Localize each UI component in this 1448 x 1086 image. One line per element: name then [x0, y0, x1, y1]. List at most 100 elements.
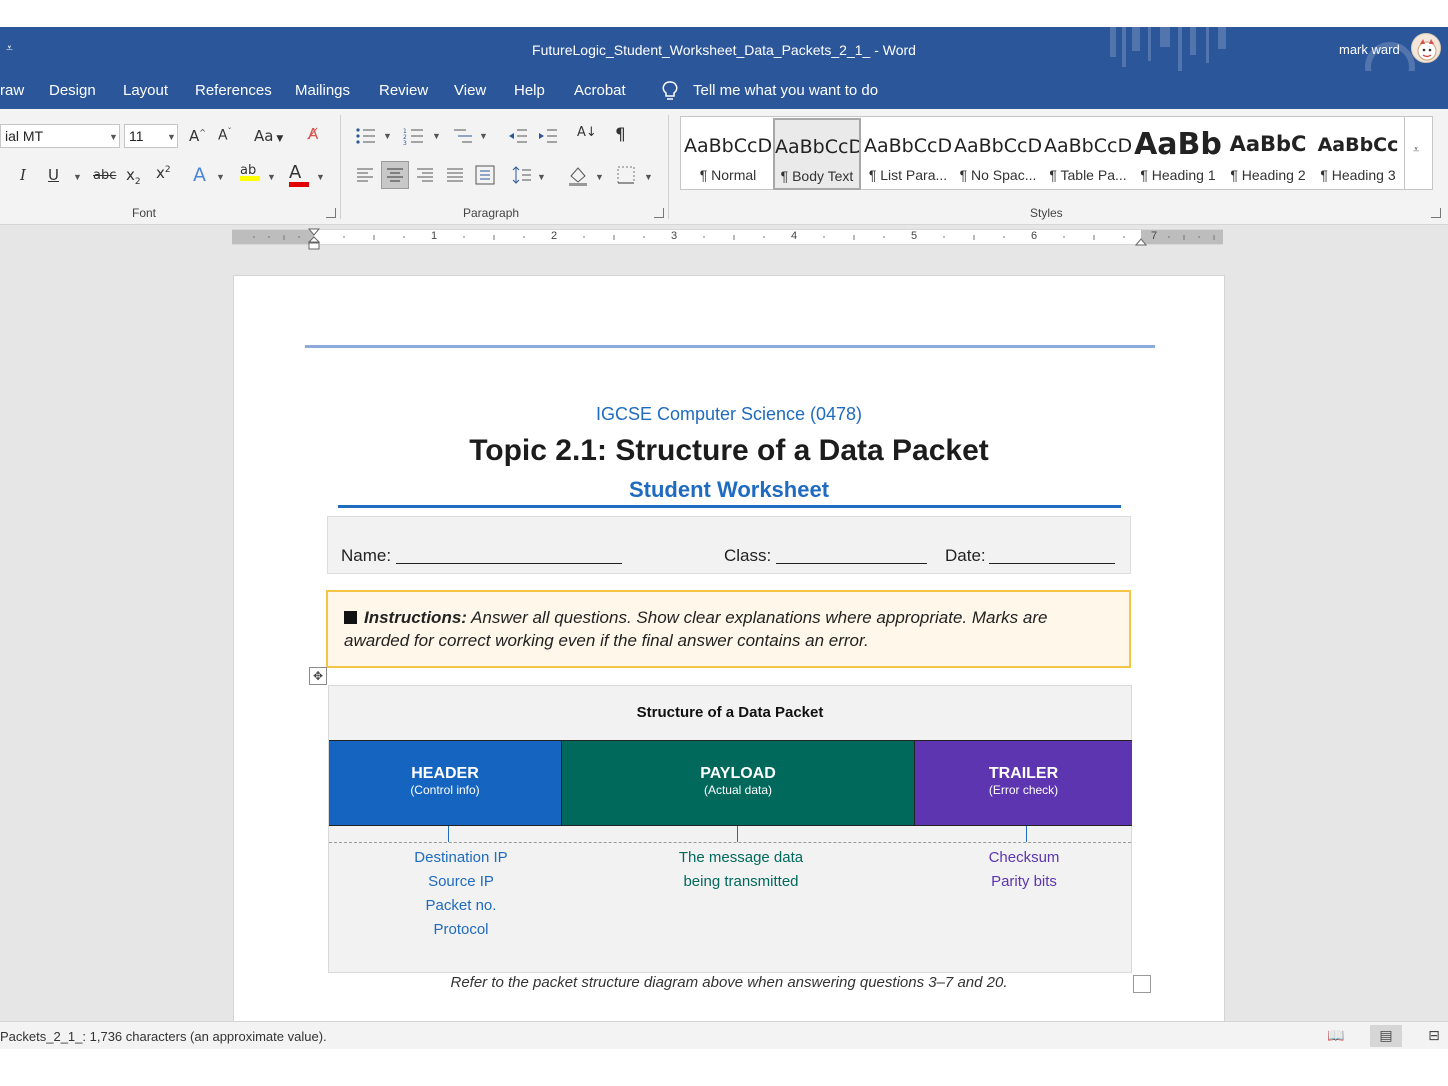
justify-icon[interactable] — [446, 167, 464, 183]
tab-view[interactable]: View — [454, 82, 486, 99]
style-name: ¶ List Para... — [868, 167, 948, 183]
tab-design[interactable]: Design — [49, 82, 96, 99]
shading-icon[interactable] — [567, 164, 589, 186]
header-rule — [305, 345, 1155, 348]
chevron-down-icon[interactable]: ▼ — [479, 131, 488, 141]
indent-marker-icon[interactable] — [308, 228, 320, 256]
ribbon-tabs: raw Design Layout References Mailings Re… — [0, 71, 1448, 109]
date-field[interactable] — [989, 563, 1115, 564]
style-name: ¶ Heading 3 — [1320, 167, 1396, 183]
style-name: ¶ Body Text — [780, 168, 854, 184]
chevron-down-icon[interactable]: ▼ — [316, 172, 325, 182]
text-direction-icon[interactable] — [475, 165, 495, 185]
style-table-paragraph[interactable]: AaBbCcD ¶ Table Pa... — [1044, 119, 1132, 189]
grow-font-icon[interactable]: A^ — [189, 127, 206, 145]
numbering-icon[interactable]: 123 — [403, 127, 425, 145]
trailer-connector — [1026, 826, 1027, 842]
tab-help[interactable]: Help — [514, 82, 545, 99]
detail-item: Packet no. — [425, 897, 497, 914]
chevron-down-icon[interactable]: ▼ — [216, 172, 225, 182]
print-layout-icon[interactable]: ▤ — [1370, 1025, 1402, 1047]
document-area[interactable]: 1 2 3 4 5 6 7 IGCSE Computer Science (04… — [0, 225, 1448, 1021]
font-dialog-launcher-icon[interactable] — [326, 208, 336, 218]
page-subtitle: Student Worksheet — [628, 477, 830, 502]
tab-acrobat[interactable]: Acrobat — [574, 82, 626, 99]
horizontal-ruler[interactable]: 1 2 3 4 5 6 7 — [232, 228, 1223, 250]
right-indent-marker-icon[interactable] — [1135, 236, 1147, 246]
bullets-icon[interactable] — [355, 127, 377, 145]
name-label: Name: — [341, 546, 392, 565]
highlight-icon[interactable]: ab — [240, 163, 260, 181]
styles-dialog-launcher-icon[interactable] — [1431, 208, 1441, 218]
class-field[interactable] — [776, 563, 927, 564]
style-body-text[interactable]: AaBbCcD ¶ Body Text — [773, 118, 861, 190]
font-size-select[interactable]: 11 ▼ — [124, 124, 178, 148]
borders-icon[interactable] — [617, 166, 635, 184]
separator — [340, 115, 341, 219]
decrease-indent-icon[interactable] — [507, 127, 529, 145]
underline-icon[interactable]: U — [48, 166, 59, 184]
style-normal[interactable]: AaBbCcD ¶ Normal — [684, 119, 772, 189]
chevron-down-icon[interactable]: ▼ — [383, 131, 392, 141]
chevron-down-icon[interactable]: ▼ — [644, 172, 653, 182]
avatar[interactable] — [1411, 33, 1441, 63]
subscript-icon[interactable]: x2 — [126, 166, 141, 187]
change-case-icon[interactable]: Aa ▼ — [254, 127, 283, 145]
square-bullet-icon — [344, 611, 357, 624]
italic-icon[interactable]: I — [20, 166, 26, 184]
clear-formatting-icon[interactable]: A̸ — [308, 125, 318, 143]
chevron-down-icon[interactable]: ▼ — [595, 172, 604, 182]
tab-references[interactable]: References — [195, 82, 272, 99]
document-title: FutureLogic_Student_Worksheet_Data_Packe… — [532, 42, 916, 58]
document-page[interactable]: IGCSE Computer Science (0478) Topic 2.1:… — [233, 275, 1225, 1021]
show-formatting-marks-icon[interactable]: ¶ — [615, 125, 626, 145]
line-spacing-icon[interactable] — [512, 165, 532, 185]
chevron-down-icon[interactable]: ▼ — [267, 172, 276, 182]
tell-me-search[interactable]: Tell me what you want to do — [693, 82, 878, 99]
tab-review[interactable]: Review — [379, 82, 428, 99]
chevron-down-icon[interactable]: ▼ — [537, 172, 546, 182]
word-count-status[interactable]: Packets_2_1_: 1,736 characters (an appro… — [0, 1029, 327, 1044]
name-field[interactable] — [396, 563, 622, 564]
sort-icon[interactable]: A↓ — [577, 125, 597, 140]
text-effects-icon[interactable]: A — [193, 164, 206, 186]
chevron-down-icon: ▼ — [167, 132, 176, 142]
increase-indent-icon[interactable] — [537, 127, 559, 145]
title-bar: ⩡ FutureLogic_Student_Worksheet_Data_Pac… — [0, 27, 1448, 71]
style-no-spacing[interactable]: AaBbCcD ¶ No Spac... — [954, 119, 1042, 189]
ruler-number: 7 — [1151, 230, 1158, 242]
chevron-down-icon[interactable]: ▼ — [73, 172, 82, 182]
align-right-icon[interactable] — [416, 167, 434, 183]
font-color-icon[interactable]: A — [289, 162, 309, 187]
read-mode-icon[interactable]: 📖 — [1320, 1025, 1352, 1047]
header-details: Destination IP Source IP Packet no. Prot… — [381, 846, 541, 942]
detail-item: Protocol — [433, 921, 489, 938]
web-layout-icon[interactable]: ⊟ — [1418, 1025, 1448, 1047]
ruler-ticks — [253, 235, 1215, 240]
styles-more-button[interactable]: ⩡ — [1404, 117, 1432, 189]
style-sample: AaBbCcD — [954, 135, 1042, 157]
align-left-icon[interactable] — [356, 167, 374, 183]
align-center-button[interactable] — [381, 161, 409, 189]
style-heading-1[interactable]: AaBb ¶ Heading 1 — [1134, 119, 1222, 189]
paragraph-dialog-launcher-icon[interactable] — [654, 208, 664, 218]
diagram-title: Structure of a Data Packet — [636, 704, 824, 721]
table-move-handle-icon[interactable]: ✥ — [309, 667, 327, 685]
date-label: Date: — [945, 546, 986, 565]
tab-mailings[interactable]: Mailings — [295, 82, 350, 99]
chevron-down-icon[interactable]: ▼ — [432, 131, 441, 141]
segment-description: (Error check) — [988, 783, 1059, 797]
shrink-font-icon[interactable]: Aˇ — [218, 127, 232, 144]
strikethrough-icon[interactable]: abc — [93, 168, 116, 183]
font-name-select[interactable]: ial MT ▼ — [0, 124, 120, 148]
user-name[interactable]: mark ward — [1339, 42, 1400, 57]
superscript-icon[interactable]: x2 — [156, 164, 171, 182]
table-resize-handle[interactable] — [1133, 975, 1151, 993]
style-list-paragraph[interactable]: AaBbCcD ¶ List Para... — [864, 119, 952, 189]
tab-layout[interactable]: Layout — [123, 82, 168, 99]
tab-draw[interactable]: raw — [0, 82, 24, 99]
multilevel-list-icon[interactable] — [452, 127, 474, 145]
style-heading-3[interactable]: AaBbCc ¶ Heading 3 — [1314, 119, 1402, 189]
style-heading-2[interactable]: AaBbC ¶ Heading 2 — [1224, 119, 1312, 189]
style-name: ¶ Normal — [699, 167, 757, 183]
